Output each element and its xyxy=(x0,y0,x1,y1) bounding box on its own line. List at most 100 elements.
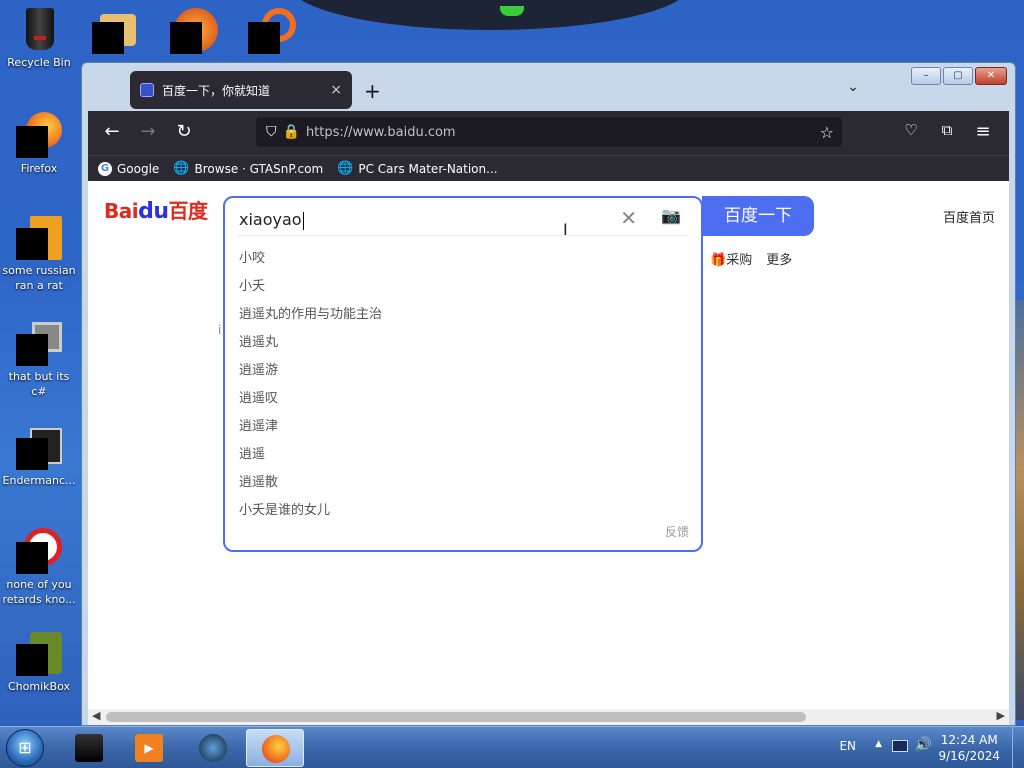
desktop-icon-retards[interactable]: none of you retards kno... xyxy=(0,528,78,607)
maximize-button[interactable]: ▢ xyxy=(943,67,973,85)
nav-more[interactable]: 更多 xyxy=(766,249,792,268)
bookmark-star-icon[interactable]: ☆ xyxy=(820,123,834,142)
media-player-icon: ▶ xyxy=(135,734,163,762)
menu-icon[interactable]: ≡ xyxy=(971,121,995,142)
folder-icon xyxy=(16,320,62,366)
baidu-paw-icon: du xyxy=(138,199,169,224)
horizontal-scrollbar[interactable]: ◀ ▶ xyxy=(88,709,1009,725)
desktop-icon-label: ChomikBox xyxy=(8,680,70,693)
suggestion-item[interactable]: 小夭是谁的女儿 xyxy=(239,501,382,529)
taskbar-app-1[interactable] xyxy=(60,729,118,767)
tab-strip: 🐾 百度一下，你就知道 × + ⌄ xyxy=(88,71,1009,111)
scroll-left-icon[interactable]: ◀ xyxy=(92,709,100,722)
desktop-icon-rat[interactable]: some russian ran a rat xyxy=(0,214,78,293)
back-icon[interactable]: ← xyxy=(100,121,124,142)
language-indicator[interactable]: EN xyxy=(839,739,856,753)
pocket-icon[interactable]: ♡ xyxy=(899,121,923,139)
app-icon xyxy=(16,424,62,470)
google-icon: G xyxy=(98,161,112,176)
desktop-icon-label: Recycle Bin xyxy=(7,56,71,69)
new-tab-button[interactable]: + xyxy=(364,79,381,103)
partially-hidden-text: i xyxy=(218,323,222,337)
url-text[interactable]: https://www.baidu.com xyxy=(306,125,456,140)
reload-icon[interactable]: ↻ xyxy=(172,121,196,142)
globe-icon: 🌐 xyxy=(337,161,354,176)
taskbar-firefox[interactable] xyxy=(246,729,304,767)
desktop-icon-firefox[interactable]: Firefox xyxy=(0,112,78,176)
scroll-right-icon[interactable]: ▶ xyxy=(997,709,1005,722)
volume-icon[interactable]: 🔊 xyxy=(915,737,932,753)
suggestion-item[interactable]: 逍遥散 xyxy=(239,473,382,501)
taskbar-app-3[interactable] xyxy=(184,729,242,767)
navigation-toolbar: ← → ↻ ⛉ 🔒 https://www.baidu.com ☆ ♡ ⧉ ≡ xyxy=(88,111,1009,155)
suggestion-item[interactable]: 逍遥 xyxy=(239,445,382,473)
close-window-button[interactable]: ✕ xyxy=(975,67,1007,85)
desktop-top-icon-3[interactable] xyxy=(248,4,300,56)
clear-search-icon[interactable]: ✕ xyxy=(620,206,637,230)
suggestion-item[interactable]: 小夭 xyxy=(239,277,382,305)
extensions-icon[interactable]: ⧉ xyxy=(935,121,959,139)
app-icon xyxy=(199,734,227,762)
suggestion-item[interactable]: 逍遥叹 xyxy=(239,389,382,417)
baidu-logo[interactable]: Baidu百度 xyxy=(104,195,208,224)
recycle-bin-icon xyxy=(16,6,62,52)
clock[interactable]: 12:24 AM 9/16/2024 xyxy=(938,732,1000,764)
suggestion-item[interactable]: 逍遥津 xyxy=(239,417,382,445)
url-bar[interactable]: ⛉ 🔒 https://www.baidu.com ☆ xyxy=(256,117,842,147)
suggestion-item[interactable]: 逍遥丸 xyxy=(239,333,382,361)
desktop-icon-endermanch[interactable]: Endermanc... xyxy=(0,424,78,488)
baidu-favicon-icon: 🐾 xyxy=(140,83,154,97)
minimize-button[interactable]: – xyxy=(911,67,941,85)
firefox-window: – ▢ ✕ 🐾 百度一下，你就知道 × + ⌄ ← → ↻ ⛉ 🔒 https:… xyxy=(81,62,1016,726)
bookmark-gtasnp[interactable]: 🌐 Browse · GTASnP.com xyxy=(173,161,323,176)
bookmark-label: PC Cars Mater-Nation... xyxy=(358,161,498,176)
start-button[interactable]: ⊞ xyxy=(6,729,44,767)
network-icon[interactable] xyxy=(892,740,908,752)
bookmark-pc-cars[interactable]: 🌐 PC Cars Mater-Nation... xyxy=(337,161,497,176)
firefox-icon xyxy=(16,112,62,158)
show-desktop-button[interactable] xyxy=(1012,727,1024,768)
gift-icon: 🎁 xyxy=(710,253,727,268)
forward-icon[interactable]: → xyxy=(136,121,160,142)
baidu-home-link[interactable]: 百度首页 xyxy=(943,207,995,226)
desktop-icon-label: some russian ran a rat xyxy=(2,264,76,292)
suggestion-item[interactable]: 小咬 xyxy=(239,249,382,277)
system-tray: EN ▲ 🔊 12:24 AM 9/16/2024 xyxy=(824,727,1024,768)
clock-time: 12:24 AM xyxy=(940,733,998,747)
wallpaper-accent xyxy=(500,6,524,16)
lock-icon[interactable]: 🔒 xyxy=(283,124,300,140)
show-hidden-icons-icon[interactable]: ▲ xyxy=(875,739,882,749)
suggestion-item[interactable]: 逍遥游 xyxy=(239,361,382,389)
desktop-icon-recycle-bin[interactable]: Recycle Bin xyxy=(0,6,78,70)
suggestion-item[interactable]: 逍遥丸的作用与功能主治 xyxy=(239,305,382,333)
desktop-top-icon-2[interactable] xyxy=(170,4,222,56)
desktop-icon-label: none of you retards kno... xyxy=(2,578,76,606)
desktop-icon-label: Firefox xyxy=(20,162,58,175)
text-cursor-icon: I xyxy=(563,220,568,239)
tab-baidu[interactable]: 🐾 百度一下，你就知道 × xyxy=(130,71,352,109)
search-box[interactable]: xiaoyao ✕ 📷 小咬 小夭 逍遥丸的作用与功能主治 逍遥丸 逍遥游 逍遥… xyxy=(223,196,703,552)
desktop-icon-csharp[interactable]: that but its c# xyxy=(0,320,78,399)
scrollbar-thumb[interactable] xyxy=(106,712,806,722)
firefox-icon xyxy=(262,735,290,763)
nav-caigou[interactable]: 🎁采购 xyxy=(710,249,752,268)
desktop-top-icon-1[interactable] xyxy=(92,4,144,56)
bookmark-google[interactable]: G Google xyxy=(98,161,159,176)
suggestion-list: 小咬 小夭 逍遥丸的作用与功能主治 逍遥丸 逍遥游 逍遥叹 逍遥津 逍遥 逍遥散… xyxy=(239,249,382,529)
list-tabs-button[interactable]: ⌄ xyxy=(847,79,859,95)
sub-navigation: 🎁采购 更多 xyxy=(710,249,792,268)
tab-close-icon[interactable]: × xyxy=(330,82,342,98)
browser-content: 🐾 百度一下，你就知道 × + ⌄ ← → ↻ ⛉ 🔒 https://www.… xyxy=(88,71,1009,725)
text-caret xyxy=(302,211,304,230)
camera-icon[interactable]: 📷 xyxy=(661,206,685,225)
search-input[interactable]: xiaoyao xyxy=(239,210,304,230)
taskbar-media-player[interactable]: ▶ xyxy=(120,729,178,767)
shield-icon[interactable]: ⛉ xyxy=(266,124,277,140)
baidu-page: Baidu百度 xiaoyao ✕ 📷 小咬 小夭 逍遥丸的作用与功能主治 逍遥… xyxy=(88,181,1009,725)
search-button[interactable]: 百度一下 xyxy=(702,196,814,236)
feedback-link[interactable]: 反馈 xyxy=(665,523,689,540)
desktop-icon-chomikbox[interactable]: ChomikBox xyxy=(0,630,78,694)
desktop-icon-label: that but its c# xyxy=(8,370,70,398)
app-icon xyxy=(16,528,62,574)
wallpaper-shape xyxy=(290,0,690,30)
